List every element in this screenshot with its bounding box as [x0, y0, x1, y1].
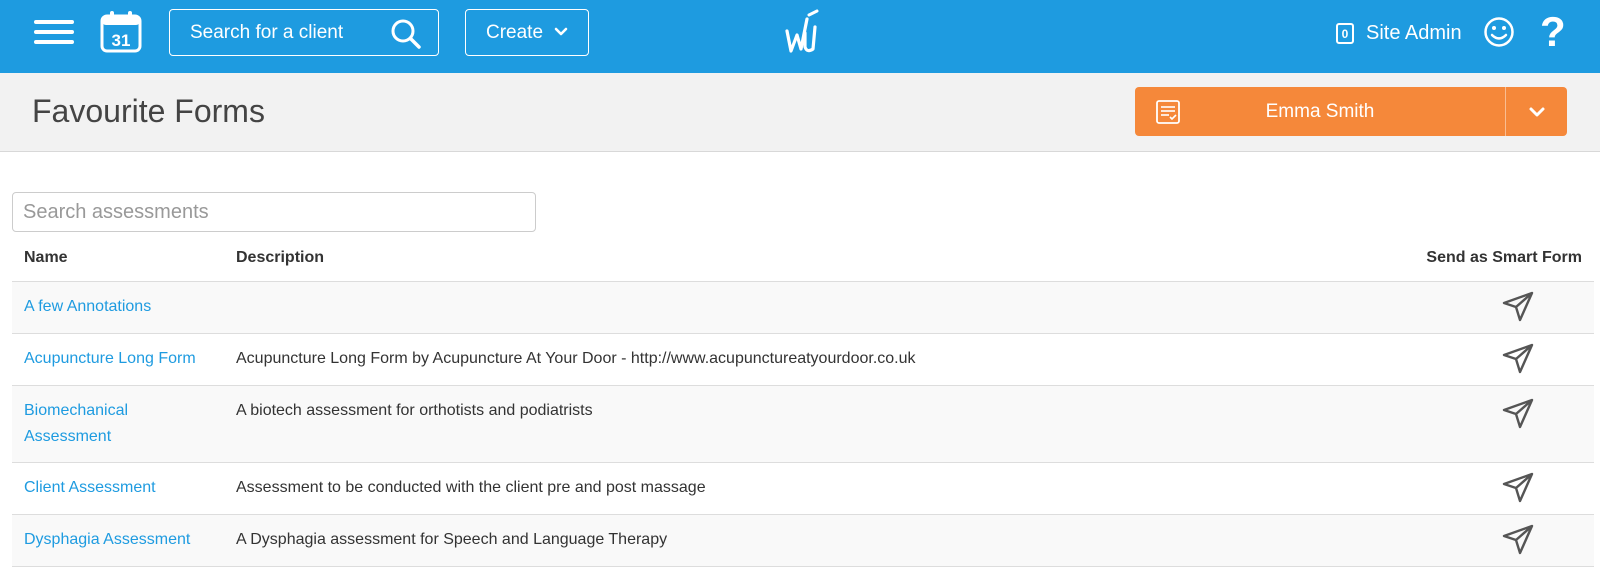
- send-cell: [1414, 462, 1594, 515]
- create-label: Create: [486, 21, 544, 43]
- calendar-day: 31: [112, 31, 131, 50]
- smile-icon[interactable]: [1483, 16, 1515, 48]
- send-icon[interactable]: [1502, 343, 1534, 375]
- form-link[interactable]: A few Annotations: [24, 298, 151, 315]
- help-icon[interactable]: ?: [1540, 10, 1570, 54]
- column-header-description: Description: [224, 235, 1414, 282]
- assessment-search-box: [12, 192, 536, 232]
- search-icon[interactable]: [390, 18, 422, 50]
- form-link[interactable]: Dysphagia Assessment: [24, 531, 190, 548]
- menu-icon[interactable]: [34, 16, 76, 48]
- client-selector-button[interactable]: Emma Smith: [1135, 87, 1567, 136]
- table-header-row: Name Description Send as Smart Form: [12, 235, 1594, 282]
- name-cell: Biomechanical Assessment: [12, 385, 224, 463]
- form-link[interactable]: Acupuncture Long Form: [24, 350, 196, 367]
- send-cell: [1414, 385, 1594, 463]
- description-cell: A Dysphagia assessment for Speech and La…: [224, 514, 1414, 567]
- send-cell: [1414, 514, 1594, 567]
- user-menu[interactable]: Site Admin: [1366, 22, 1462, 45]
- send-icon[interactable]: [1502, 472, 1534, 504]
- chevron-down-icon: [1529, 107, 1544, 116]
- assessment-search-input[interactable]: [13, 193, 535, 231]
- calendar-icon[interactable]: 31: [100, 11, 142, 53]
- form-link[interactable]: Client Assessment: [24, 479, 156, 496]
- name-cell: Client Assessment: [12, 462, 224, 515]
- table-row: Dysphagia Assessment A Dysphagia assessm…: [12, 514, 1594, 567]
- name-cell: A few Annotations: [12, 281, 224, 334]
- name-cell: Dysphagia Assessment: [12, 514, 224, 567]
- form-link[interactable]: Biomechanical Assessment: [24, 398, 154, 450]
- page-header: Favourite Forms Emma Smith: [0, 73, 1600, 152]
- description-cell: Assessment to be conducted with the clie…: [224, 462, 1414, 515]
- client-name: Emma Smith: [1265, 100, 1375, 122]
- column-header-name: Name: [12, 235, 224, 282]
- description-cell: A biotech assessment for orthotists and …: [224, 385, 1414, 463]
- name-cell: Acupuncture Long Form: [12, 333, 224, 386]
- send-cell: [1414, 281, 1594, 334]
- table-row: Client Assessment Assessment to be condu…: [12, 462, 1594, 515]
- table-row: Biomechanical Assessment A biotech asses…: [12, 385, 1594, 463]
- page-title: Favourite Forms: [32, 93, 265, 129]
- description-cell: [224, 281, 1414, 334]
- column-header-send: Send as Smart Form: [1414, 235, 1594, 282]
- logo-icon: [785, 9, 819, 53]
- table-row: A few Annotations: [12, 281, 1594, 334]
- chevron-down-icon: [554, 27, 568, 36]
- send-icon[interactable]: [1502, 291, 1534, 323]
- send-icon[interactable]: [1502, 524, 1534, 556]
- top-navigation-bar: 31 Create 0 Site Admin ?: [0, 0, 1600, 73]
- forms-table: Name Description Send as Smart Form A fe…: [12, 235, 1594, 567]
- send-icon[interactable]: [1502, 398, 1534, 430]
- client-dropdown-toggle[interactable]: [1506, 87, 1567, 136]
- description-cell: Acupuncture Long Form by Acupuncture At …: [224, 333, 1414, 386]
- create-button[interactable]: Create: [465, 9, 589, 56]
- send-cell: [1414, 333, 1594, 386]
- client-search-box: [169, 9, 439, 56]
- notification-badge[interactable]: 0: [1336, 23, 1354, 44]
- table-row: Acupuncture Long Form Acupuncture Long F…: [12, 333, 1594, 386]
